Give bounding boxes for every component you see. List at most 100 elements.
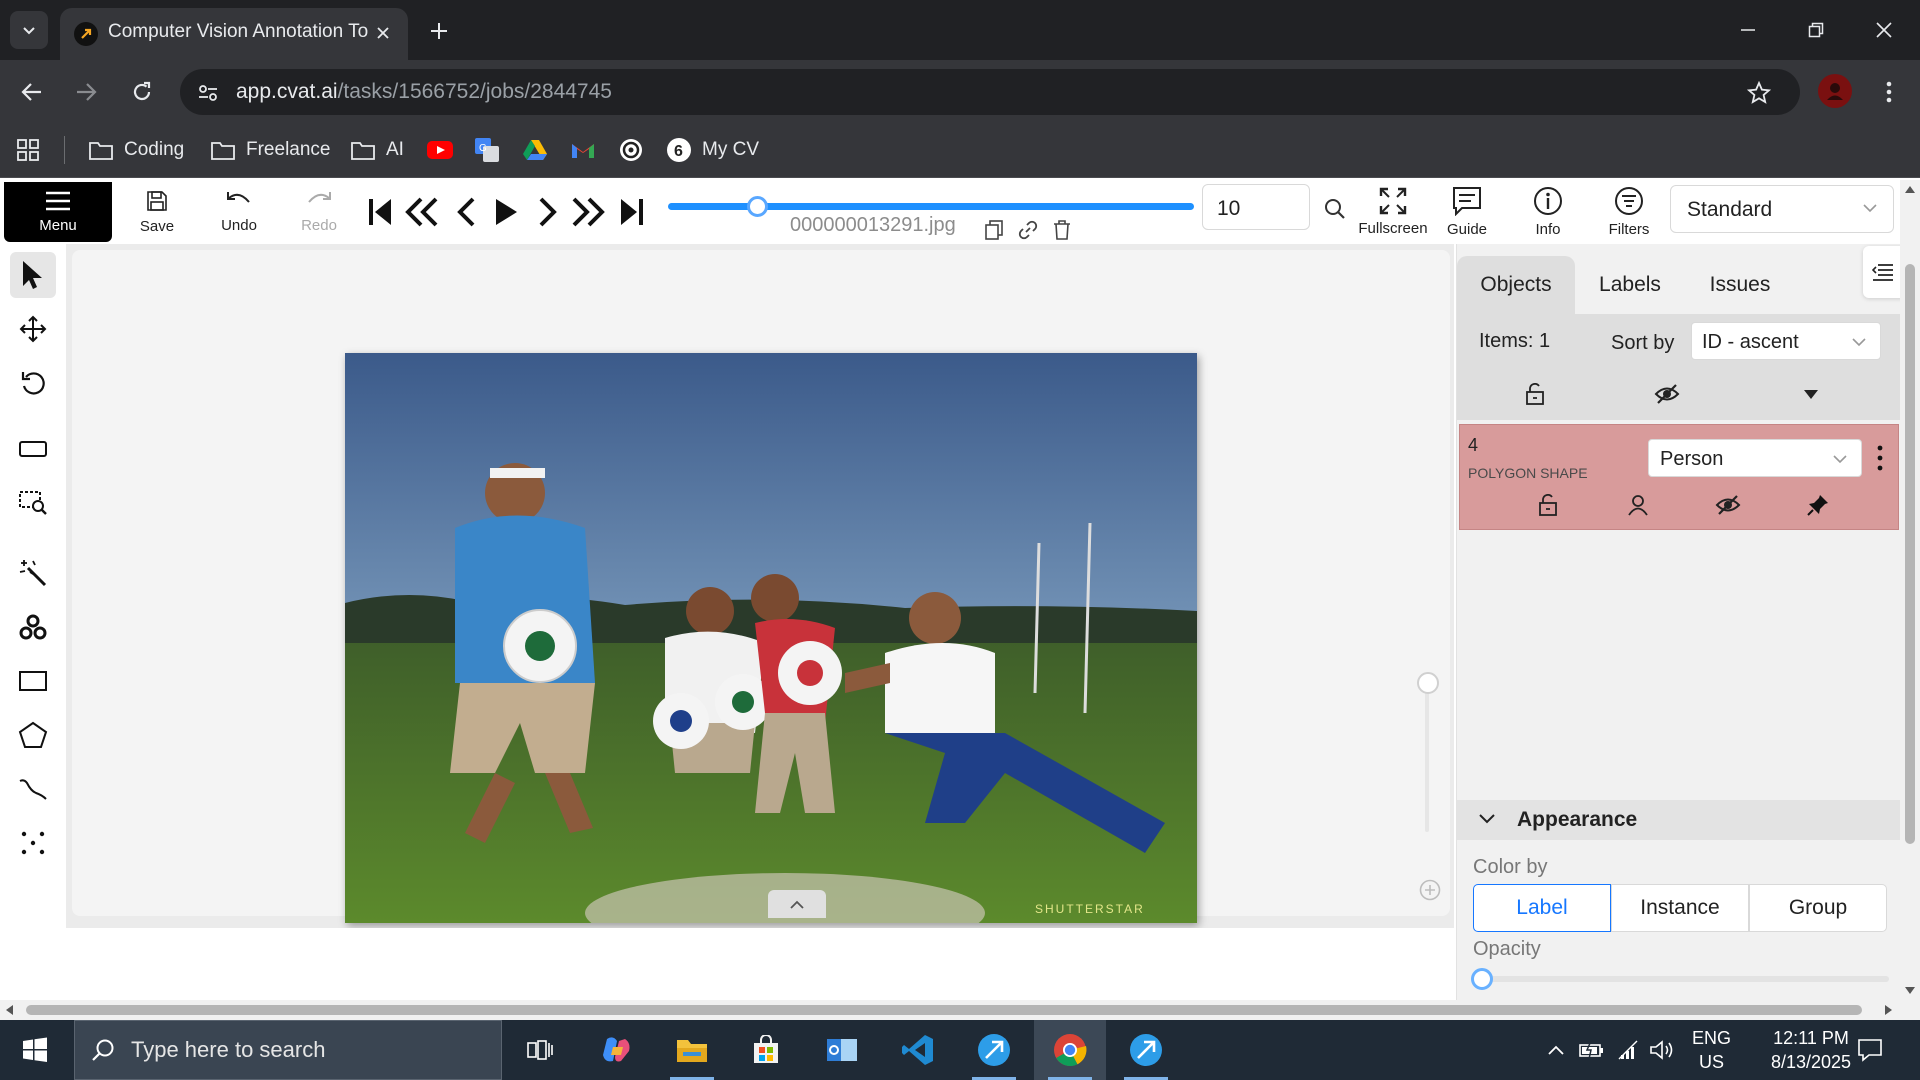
opacity-slider-track[interactable] [1481,976,1889,982]
notifications-button[interactable] [1852,1034,1888,1066]
search-frame-button[interactable] [1322,196,1348,222]
object-item[interactable]: 4 POLYGON SHAPE Person [1459,424,1899,530]
canvas-container[interactable]: SHUTTERSTAR [72,250,1450,923]
browser-menu-button[interactable] [1874,74,1904,110]
menu-button[interactable]: Menu [4,182,112,242]
bookmark-ai[interactable]: AI [350,134,404,166]
tab-close-icon[interactable] [370,20,396,46]
object-lock-button[interactable] [1534,491,1562,519]
new-tab-button[interactable] [424,16,454,46]
reload-button[interactable] [124,74,160,110]
cursor-tool[interactable] [10,252,56,298]
bookmark-my-cv[interactable]: 6 My CV [666,134,759,166]
vertical-scrollbar-thumb[interactable] [1905,264,1915,844]
opacity-slider-handle[interactable] [1471,968,1493,990]
play-button[interactable] [488,194,524,230]
last-frame-button[interactable] [614,194,650,230]
bookmark-freelance[interactable]: Freelance [210,134,331,166]
rotate-tool[interactable] [10,360,56,406]
delete-frame-button[interactable] [1050,218,1074,242]
points-tool[interactable] [10,820,56,866]
address-bar[interactable]: app.cvat.ai/tasks/1566752/jobs/2844745 [180,69,1800,115]
forward-button[interactable] [68,74,104,110]
workspace-select[interactable]: Standard [1670,185,1894,233]
apps-button[interactable] [16,134,40,166]
bookmark-gmail[interactable] [570,134,596,166]
next-frame-button[interactable] [530,194,566,230]
canvas-zoom-slider[interactable] [1412,672,1442,872]
tab-search-button[interactable] [10,11,48,49]
volume-control[interactable] [1648,1036,1676,1064]
copilot-app[interactable] [580,1020,652,1080]
backward-step-button[interactable] [404,194,440,230]
profile-avatar[interactable] [1818,74,1852,108]
opencv-tool[interactable] [10,604,56,650]
show-hidden-icons-button[interactable] [1542,1036,1570,1064]
lock-all-button[interactable] [1521,380,1549,408]
browser-tab-active[interactable]: Computer Vision Annotation To [60,8,408,60]
previous-frame-button[interactable] [448,194,484,230]
appearance-header[interactable]: Appearance [1457,800,1901,840]
microsoft-store-app[interactable] [730,1020,802,1080]
collapse-panel-handle[interactable] [768,890,826,918]
zoom-slider-handle[interactable] [1417,672,1439,694]
object-occluded-button[interactable] [1624,491,1652,519]
tab-issues[interactable]: Issues [1685,256,1795,314]
frame-slider-handle[interactable] [747,196,768,217]
taskbar-search-box[interactable]: Type here to search [74,1020,502,1080]
battery-status[interactable] [1578,1036,1606,1064]
task-view-button[interactable] [504,1020,576,1080]
polyline-tool[interactable] [10,766,56,812]
rectangle-tool[interactable] [10,658,56,704]
color-by-group-option[interactable]: Group [1749,884,1887,932]
object-hide-button[interactable] [1714,491,1742,519]
horizontal-scrollbar[interactable] [0,1000,1920,1020]
input-language-indicator[interactable]: ENG US [1692,1026,1731,1074]
undo-button[interactable]: Undo [204,180,274,244]
mail-client-app[interactable] [958,1020,1030,1080]
outlook-app[interactable] [806,1020,878,1080]
close-window-button[interactable] [1862,10,1906,50]
frame-slider[interactable] [668,196,1194,217]
bookmark-google-drive[interactable] [522,134,548,166]
object-label-select[interactable]: Person [1648,439,1862,477]
tab-objects[interactable]: Objects [1457,256,1575,314]
horizontal-scrollbar-thumb[interactable] [26,1005,1862,1015]
restore-window-button[interactable] [1794,10,1838,50]
tab-labels[interactable]: Labels [1575,256,1685,314]
fit-image-tool[interactable] [10,426,56,472]
guide-button[interactable]: Guide [1432,180,1502,244]
bookmark-star-icon[interactable] [1744,78,1774,108]
bookmark-google-translate[interactable]: G [474,134,500,166]
bookmark-coding[interactable]: Coding [88,134,184,166]
object-pin-button[interactable] [1804,491,1832,519]
redo-button[interactable]: Redo [284,180,354,244]
forward-step-button[interactable] [570,194,606,230]
zoom-region-tool[interactable] [10,480,56,526]
color-by-label-option[interactable]: Label [1473,884,1611,932]
move-tool[interactable] [10,306,56,352]
magic-wand-tool[interactable] [10,550,56,596]
polygon-tool[interactable] [10,712,56,758]
info-button[interactable]: Info [1513,180,1583,244]
network-status[interactable] [1614,1036,1642,1064]
copy-link-button[interactable] [1016,218,1040,242]
back-button[interactable] [14,74,50,110]
frame-image[interactable]: SHUTTERSTAR [345,353,1197,923]
first-frame-button[interactable] [362,194,398,230]
site-info-icon[interactable] [194,79,222,107]
bookmark-youtube[interactable] [426,134,454,166]
vscode-app[interactable] [882,1020,954,1080]
bookmark-openai[interactable] [618,134,644,166]
taskbar-clock[interactable]: 12:11 PM 8/13/2025 [1756,1026,1866,1074]
hide-all-button[interactable] [1653,380,1681,408]
file-explorer-app[interactable] [656,1020,728,1080]
color-by-instance-option[interactable]: Instance [1611,884,1749,932]
mail-client-app-2[interactable] [1110,1020,1182,1080]
vertical-scrollbar[interactable] [1900,180,1920,1000]
sidebar-collapse-button[interactable] [1863,246,1903,298]
minimize-window-button[interactable] [1726,10,1770,50]
fullscreen-button[interactable]: Fullscreen [1350,180,1436,244]
zoom-in-button[interactable] [1418,878,1442,902]
sort-select[interactable]: ID - ascent [1691,322,1881,360]
